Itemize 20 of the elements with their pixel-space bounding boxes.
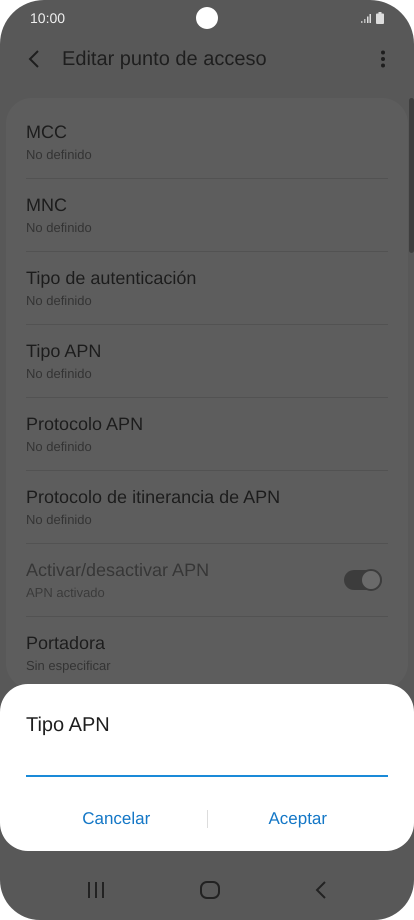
recent-apps-icon[interactable] <box>87 882 106 898</box>
home-icon[interactable] <box>200 881 220 899</box>
status-time: 10:00 <box>30 10 66 26</box>
setting-title[interactable]: Protocolo de itinerancia de APN <box>26 487 280 508</box>
setting-title[interactable]: Protocolo APN <box>26 414 144 435</box>
dialog-button[interactable]: Aceptar <box>208 801 388 837</box>
battery-icon <box>376 12 384 24</box>
setting-title[interactable]: Tipo de autenticación <box>26 268 196 289</box>
screen-title: Editar punto de acceso <box>62 48 267 70</box>
dialog-title: Tipo APN <box>26 714 111 737</box>
dialog-button[interactable]: Cancelar <box>26 801 206 837</box>
signal-icon <box>361 14 371 22</box>
setting-title[interactable]: Portadora <box>26 633 106 654</box>
more-options-icon[interactable] <box>380 50 386 68</box>
setting-title[interactable]: Tipo APN <box>26 341 102 362</box>
setting-title[interactable]: MNC <box>26 195 67 216</box>
back-icon[interactable] <box>314 881 327 899</box>
camera-hole-icon <box>196 7 218 29</box>
back-icon[interactable] <box>28 49 40 69</box>
setting-title[interactable]: MCC <box>26 122 67 143</box>
